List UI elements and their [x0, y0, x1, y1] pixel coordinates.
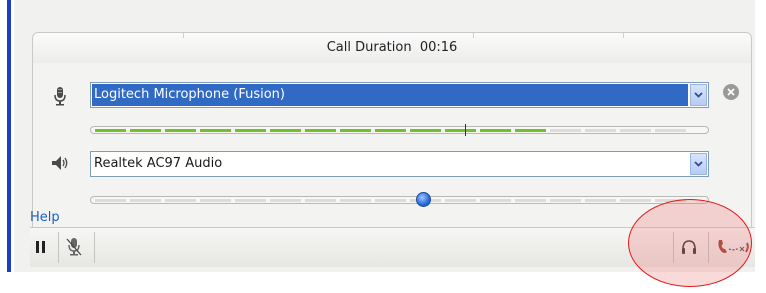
meter-segment — [585, 199, 616, 202]
chevron-down-icon[interactable] — [690, 84, 707, 106]
microphone-device-value: Logitech Microphone (Fusion) — [92, 84, 688, 106]
speaker-volume-slider[interactable] — [90, 196, 709, 204]
speaker-icon — [50, 154, 72, 176]
chevron-down-icon[interactable] — [690, 153, 707, 175]
meter-segment — [270, 199, 301, 202]
meter-segment — [95, 199, 126, 202]
volume-slider-knob[interactable] — [416, 192, 431, 207]
meter-segment — [270, 129, 301, 132]
meter-segment — [375, 129, 406, 132]
meter-segment — [480, 199, 511, 202]
call-header: Call Duration 00:16 — [32, 32, 752, 64]
meter-segment — [515, 129, 546, 132]
speaker-device-select[interactable]: Realtek AC97 Audio — [90, 151, 709, 177]
meter-segment — [95, 129, 126, 132]
meter-segment — [550, 199, 581, 202]
meter-segment — [235, 199, 266, 202]
meter-segment — [620, 129, 651, 132]
microphone-device-select[interactable]: Logitech Microphone (Fusion) — [90, 82, 709, 108]
meter-segment — [305, 199, 336, 202]
help-link[interactable]: Help — [30, 210, 60, 225]
microphone-level-meter — [90, 126, 709, 134]
close-icon[interactable] — [723, 84, 739, 100]
microphone-level-peak-marker — [465, 124, 466, 136]
meter-segment — [165, 129, 196, 132]
meter-segment — [445, 129, 476, 132]
meter-segment — [340, 129, 371, 132]
call-duration-text: Call Duration 00:16 — [326, 40, 458, 55]
meter-segment — [445, 199, 476, 202]
mute-microphone-icon[interactable] — [66, 237, 82, 261]
microphone-icon — [52, 86, 68, 110]
meter-segment — [550, 129, 581, 132]
speaker-device-value: Realtek AC97 Audio — [94, 156, 223, 171]
meter-segment — [340, 199, 371, 202]
window-border — [7, 0, 11, 272]
meter-segment — [130, 199, 161, 202]
meter-segment — [480, 129, 511, 132]
meter-segment — [200, 199, 231, 202]
meter-segment — [375, 199, 406, 202]
meter-segment — [410, 129, 441, 132]
meter-segment — [165, 199, 196, 202]
meter-segment — [200, 129, 231, 132]
meter-segment — [305, 129, 336, 132]
meter-segment — [235, 129, 266, 132]
meter-segment — [515, 199, 546, 202]
meter-segment — [655, 129, 686, 132]
annotation-highlight-circle — [628, 199, 752, 287]
pause-icon[interactable] — [35, 240, 47, 258]
meter-segment — [620, 199, 651, 202]
meter-segment — [585, 129, 616, 132]
meter-segment — [130, 129, 161, 132]
